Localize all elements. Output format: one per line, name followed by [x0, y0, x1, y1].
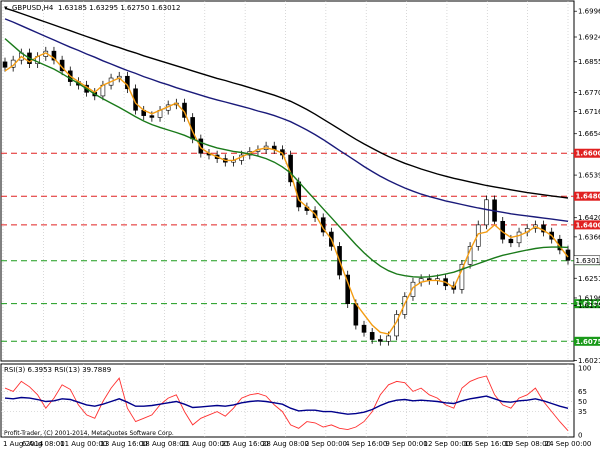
price-tick-label: 1.64200 [578, 214, 600, 222]
candle-body [149, 115, 155, 118]
price-tick-label: 1.65390 [578, 172, 600, 180]
level-label: 1.64000 [576, 221, 600, 229]
price-tick-label: 1.62510 [578, 275, 600, 283]
chart-header-ohlc: 1.63185 1.63295 1.62750 1.63012 [58, 4, 180, 12]
candle-body [516, 231, 522, 244]
level-label: 1.60750 [576, 338, 600, 346]
rsi-tick-label: 0 [578, 432, 582, 440]
price-tick-label: 1.67165 [578, 108, 600, 116]
level-label: 1.66000 [576, 150, 600, 158]
time-tick-label: 4 Sep 16:00 [345, 440, 387, 448]
price-tick-label: 1.68555 [578, 58, 600, 66]
price-tick-label: 1.67700 [578, 89, 600, 97]
time-tick-label: 24 Sep 00:00 [545, 440, 592, 448]
rsi-tick-label: 50 [578, 398, 587, 406]
level-label: 1.64800 [576, 193, 600, 201]
price-tick-label: 1.69245 [578, 34, 600, 42]
rsi-tick-label: 35 [578, 408, 587, 416]
candle-body [369, 332, 375, 340]
candle-body [386, 335, 391, 342]
price-chart: 1.660001.648001.640001.630001.618001.607… [0, 0, 600, 448]
candle-body [508, 238, 514, 244]
current-price-label: 1.63012 [576, 257, 600, 265]
price-tick-label: 1.66545 [578, 130, 600, 138]
time-tick-label: 9 Sep 00:00 [385, 440, 427, 448]
chart-header-symbol: GBPUSD,H4 [12, 4, 54, 12]
time-tick-label: 2 Sep 00:00 [305, 440, 347, 448]
time-tick-label: 6 Aug 08:00 [22, 440, 65, 448]
main-plot-frame [0, 0, 575, 362]
price-tick-label: 1.69965 [578, 8, 600, 16]
copyright-text: Profit-Trader, (C) 2001-2014, MetaQuotes… [4, 430, 174, 437]
candle-body [353, 303, 359, 326]
price-tick-label: 1.61750 [578, 302, 600, 310]
rsi-plot-frame [0, 363, 575, 438]
rsi-header: RSI(3) 6.3953 RSI(13) 39.7889 [4, 366, 111, 374]
chart-header-icon: ▾ [4, 4, 8, 12]
candle-body [2, 61, 8, 68]
rsi-tick-label: 65 [578, 388, 587, 396]
rsi-tick-label: 100 [578, 365, 591, 373]
time-axis: 1 Aug 20146 Aug 08:0011 Aug 00:0013 Aug … [3, 440, 591, 448]
time-tick-label: 28 Aug 08:00 [262, 440, 309, 448]
candle-body [378, 339, 383, 342]
price-tick-label: 1.63665 [578, 233, 600, 241]
candle-body [484, 199, 489, 226]
candle-body [361, 324, 367, 333]
